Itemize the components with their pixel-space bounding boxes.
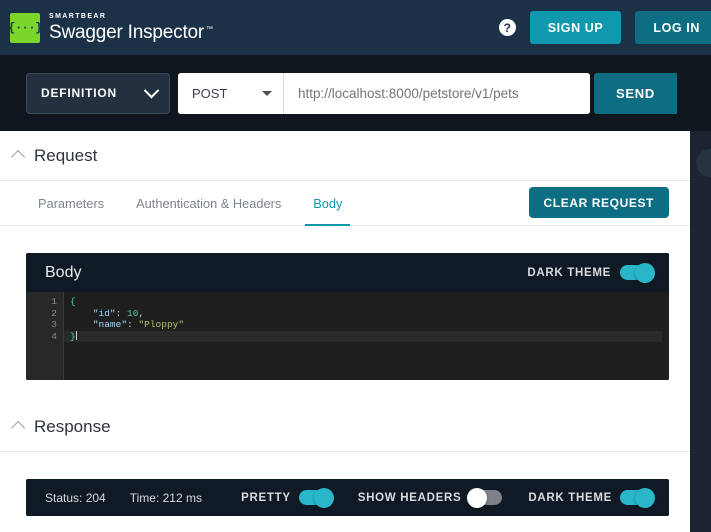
request-section-title: Request [34,146,97,166]
definition-label: DEFINITION [41,86,117,100]
show-headers-toggle[interactable] [469,490,502,505]
toggle-knob [314,488,334,508]
line-number: 3 [26,319,57,331]
line-number: 2 [26,308,57,320]
code-line: "name": "Ploppy" [70,319,669,331]
tab-authentication-headers[interactable]: Authentication & Headers [120,181,297,225]
body-panel-zone: Body DARK THEME 1 2 3 4 { [0,226,690,380]
url-input[interactable] [284,73,590,114]
body-panel-bar: Body DARK THEME [26,253,669,292]
avatar[interactable] [696,149,711,177]
brand-product-label: Swagger Inspector™ [49,23,213,42]
response-dark-theme-toggle[interactable] [620,490,653,505]
clear-request-button[interactable]: CLEAR REQUEST [529,187,669,218]
editor-code-area[interactable]: { "id": 10, "name": "Ploppy" } [64,292,669,380]
response-panel: Status: 204 Time: 212 ms PRETTY SHOW HEA… [26,479,669,516]
status-badge: Status: 204 [45,491,106,505]
code-line: "id": 10, [70,308,669,320]
toggle-knob [635,263,655,283]
log-in-button[interactable]: LOG IN [635,11,711,44]
response-time: Time: 212 ms [130,491,202,505]
response-section: Response Status: 204 Time: 212 ms PRETTY… [0,402,690,516]
main-content: Request Parameters Authentication & Head… [0,131,690,532]
response-status-bar: Status: 204 Time: 212 ms PRETTY SHOW HEA… [26,479,669,516]
editor-gutter: 1 2 3 4 [26,292,64,380]
request-section-header[interactable]: Request [0,131,690,181]
brand-text: SMARTBEAR Swagger Inspector™ [49,13,213,42]
definition-dropdown[interactable]: DEFINITION [26,73,170,114]
request-toolbar: DEFINITION POST SEND [0,55,711,131]
url-group: POST [178,73,590,114]
swagger-braces-icon: {···} [10,13,40,43]
toggle-knob [635,488,655,508]
brand-smartbear-label: SMARTBEAR [49,13,213,20]
text-caret [76,331,77,340]
request-tabs: Parameters Authentication & Headers Body… [0,181,690,226]
app-header: {···} SMARTBEAR Swagger Inspector™ ? SIG… [0,0,711,55]
response-dark-theme-label: DARK THEME [528,492,612,504]
response-section-title: Response [34,417,111,437]
response-section-header[interactable]: Response [0,402,690,452]
help-icon[interactable]: ? [499,19,516,36]
swagger-inspector-app: {···} SMARTBEAR Swagger Inspector™ ? SIG… [0,0,711,532]
code-line-active: } [64,331,669,343]
body-panel: Body DARK THEME 1 2 3 4 { [26,253,669,380]
header-actions: ? SIGN UP LOG IN [499,0,711,55]
body-dark-theme-group: DARK THEME [527,265,653,280]
chevron-up-icon[interactable] [11,421,25,435]
http-method-value: POST [192,86,227,101]
pretty-label: PRETTY [241,492,291,504]
right-rail [690,131,711,532]
response-toggles: PRETTY SHOW HEADERS DARK THEME [241,490,653,505]
tab-body[interactable]: Body [297,181,358,225]
send-button[interactable]: SEND [594,73,677,114]
code-line: { [70,296,669,308]
response-panel-zone: Status: 204 Time: 212 ms PRETTY SHOW HEA… [0,452,690,516]
tab-parameters[interactable]: Parameters [22,181,120,225]
line-number: 1 [26,296,57,308]
line-number: 4 [26,331,57,343]
http-method-select[interactable]: POST [178,73,284,114]
caret-down-icon [262,91,272,96]
chevron-down-icon [144,82,160,98]
sign-up-button[interactable]: SIGN UP [530,11,622,44]
body-panel-title: Body [45,264,81,282]
body-dark-theme-label: DARK THEME [527,267,611,279]
editor-vertical-scrollbar[interactable] [662,292,669,380]
toggle-knob [467,488,487,508]
pretty-toggle[interactable] [299,490,332,505]
body-code-editor[interactable]: 1 2 3 4 { "id": 10, "name": "Ploppy" } [26,292,669,380]
show-headers-label: SHOW HEADERS [358,492,462,504]
brand-logo[interactable]: {···} SMARTBEAR Swagger Inspector™ [10,13,213,43]
chevron-up-icon[interactable] [11,150,25,164]
body-dark-theme-toggle[interactable] [620,265,653,280]
trademark-mark: ™ [206,26,213,33]
